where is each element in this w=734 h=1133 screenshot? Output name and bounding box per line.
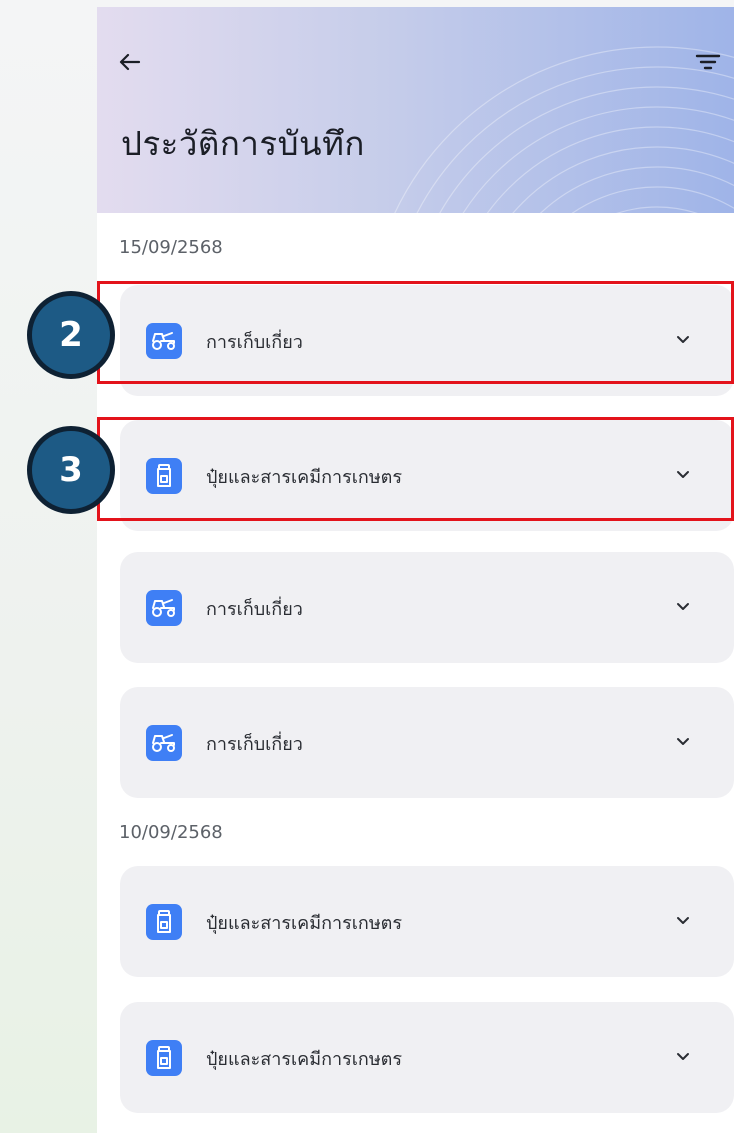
header-decoration: [394, 46, 734, 213]
chevron-down-icon[interactable]: [675, 912, 691, 928]
chevron-down-icon[interactable]: [675, 1048, 691, 1064]
record-item-harvest[interactable]: การเก็บเกี่ยว: [120, 552, 734, 663]
record-item-fertilizer[interactable]: ปุ๋ยและสารเคมีการเกษตร: [120, 1002, 734, 1113]
record-label: การเก็บเกี่ยว: [206, 599, 303, 620]
step-badge-3: 3: [27, 426, 115, 514]
highlight-box-step-3: [97, 417, 734, 521]
arrow-left-icon: [119, 53, 141, 71]
step-badge-2: 2: [27, 291, 115, 379]
filter-button[interactable]: [693, 49, 723, 75]
record-label: ปุ๋ยและสารเคมีการเกษตร: [206, 913, 403, 934]
harvester-icon: [146, 725, 182, 761]
harvester-icon: [146, 590, 182, 626]
record-item-harvest[interactable]: การเก็บเกี่ยว: [120, 687, 734, 798]
record-item-fertilizer[interactable]: ปุ๋ยและสารเคมีการเกษตร: [120, 866, 734, 977]
header: ประวัติการบันทึก: [97, 7, 734, 213]
fertilizer-bottle-icon: [146, 1040, 182, 1076]
date-heading: 10/09/2568: [119, 822, 223, 843]
filter-icon: [695, 54, 721, 70]
history-screen: ประวัติการบันทึก 15/09/2568 การเก็บเกี่ย…: [97, 7, 734, 1133]
chevron-down-icon[interactable]: [675, 733, 691, 749]
highlight-box-step-2: [97, 281, 734, 384]
record-label: การเก็บเกี่ยว: [206, 734, 303, 755]
page-title: ประวัติการบันทึก: [121, 124, 365, 163]
record-label: ปุ๋ยและสารเคมีการเกษตร: [206, 1049, 403, 1070]
date-heading: 15/09/2568: [119, 237, 223, 258]
fertilizer-bottle-icon: [146, 904, 182, 940]
back-button[interactable]: [115, 47, 145, 77]
chevron-down-icon[interactable]: [675, 598, 691, 614]
